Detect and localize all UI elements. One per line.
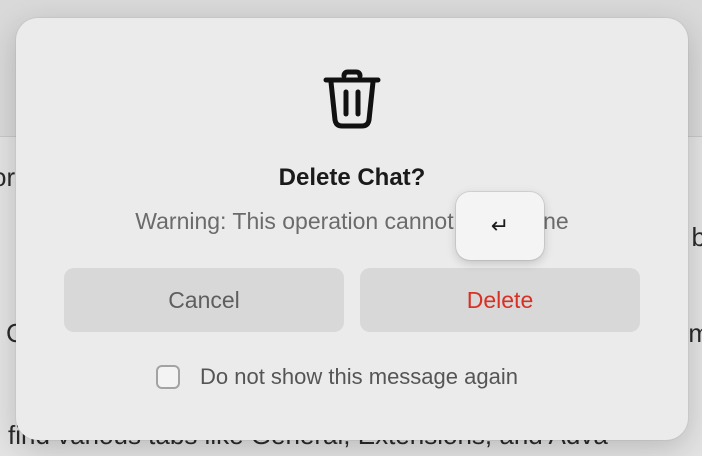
background-text: m	[688, 318, 702, 348]
background-text: b	[691, 222, 702, 252]
dont-show-again-checkbox[interactable]	[156, 365, 180, 389]
dont-show-again-row[interactable]: Do not show this message again	[156, 364, 518, 390]
trash-icon	[323, 69, 381, 129]
delete-button[interactable]: Delete	[360, 268, 640, 332]
background-text: or	[0, 162, 16, 192]
dialog-title: Delete Chat?	[278, 164, 426, 191]
dont-show-again-label: Do not show this message again	[200, 364, 518, 389]
cancel-button[interactable]: Cancel	[64, 268, 344, 332]
background-text: :	[0, 222, 1, 253]
return-key-icon: ↵	[456, 192, 544, 260]
delete-chat-dialog: Delete Chat? Warning: This operation can…	[16, 18, 688, 440]
dialog-warning: Warning: This operation cannot be undone	[135, 208, 569, 234]
return-key-glyph: ↵	[490, 213, 510, 239]
